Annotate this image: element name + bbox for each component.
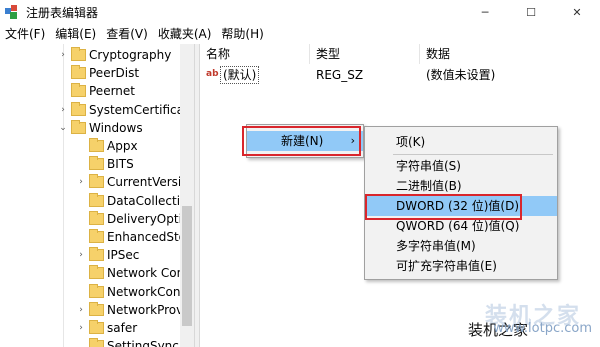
folder-icon [89,283,104,298]
tree-item[interactable]: SettingSync [76,337,179,347]
menu-favorites[interactable]: 收藏夹(A) [153,24,217,44]
chevron-right-icon[interactable]: › [76,305,86,315]
folder-icon [89,192,104,207]
submenu-item[interactable]: 二进制值(B) [365,176,557,196]
tree-item-label: SettingSync [107,339,179,347]
tree-item-label: NetworkProv [107,302,184,317]
submenu-item[interactable]: 项(K) [365,132,557,152]
value-type: REG_SZ [316,68,364,82]
folder-icon [89,174,104,189]
registry-tree: › Cryptography PeerDist Peernet › SystemCerti… [0,44,194,347]
regedit-icon [5,5,19,19]
tree-item[interactable]: DeliveryOptin [76,210,190,228]
tree-scrollbar-thumb[interactable] [182,206,192,326]
menu-help[interactable]: 帮助(H) [216,24,268,44]
chevron-right-icon[interactable]: › [58,105,68,115]
annotation-box-new [242,126,361,156]
tree-item[interactable]: DataCollectio [76,192,187,210]
tree-item-label: DeliveryOptin [107,211,190,226]
tree-item[interactable]: › IPSec [76,246,139,264]
tree-item-label: Appx [107,139,138,153]
chevron-down-icon[interactable]: ⌄ [58,123,68,133]
tree-item-label: BITS [107,157,134,172]
string-value-icon: ab [206,69,219,79]
folder-icon [89,320,104,334]
menu-edit[interactable]: 编辑(E) [50,24,101,44]
tree-item[interactable]: Appx [76,137,138,155]
tree-item-label: NetworkConn [107,284,189,299]
folder-icon [89,156,104,171]
tree-item-label: PeerDist [89,66,140,81]
tree-item[interactable]: Network Con [76,264,184,282]
tree-item[interactable]: › safer [76,319,137,337]
tree-item[interactable]: › SystemCertificate [58,101,194,119]
tree-item-label: Network Con [107,266,185,281]
tree-item-label: safer [107,321,138,335]
value-data: (数值未设置) [426,68,496,82]
folder-icon [71,83,86,98]
menu-bar: 文件(F) 编辑(E) 查看(V) 收藏夹(A) 帮助(H) [0,24,600,44]
menu-separator [393,154,553,155]
value-name: (默认) [220,66,260,84]
folder-icon [89,338,104,347]
column-header-name[interactable]: 名称 [200,44,310,64]
annotation-box-dword [365,194,522,220]
folder-icon [71,47,86,61]
tree-item[interactable]: NetworkConn [76,283,188,301]
submenu-item[interactable]: 可扩充字符串值(E) [365,256,557,276]
chevron-right-icon[interactable]: › [76,177,86,187]
tree-item-label: Peernet [89,84,135,99]
tree-item[interactable]: › Cryptography [58,46,171,64]
tree-item[interactable]: Peernet [58,82,135,100]
tree-item[interactable]: PeerDist [58,64,139,82]
minimize-button[interactable]: ─ [462,0,508,24]
close-button[interactable]: ✕ [554,0,600,24]
maximize-button[interactable]: ☐ [508,0,554,24]
folder-icon [89,265,104,280]
column-header-type[interactable]: 类型 [310,44,420,64]
tree-item[interactable]: › CurrentVersic [76,173,188,191]
folder-icon [71,119,86,134]
tree-item[interactable]: ⌄ Windows [58,119,143,137]
list-row[interactable]: ab (默认) REG_SZ (数值未设置) [200,66,600,84]
chevron-right-icon[interactable]: › [76,250,86,260]
tree-scrollbar[interactable] [180,44,194,347]
folder-icon [71,101,86,116]
tree-item-label: DataCollectio [107,193,188,208]
folder-icon [89,229,104,243]
folder-icon [89,247,104,262]
tree-item-label: Cryptography [89,48,172,62]
watermark-url: www.lotpc.com [493,321,592,336]
chevron-right-icon[interactable]: › [58,50,68,60]
folder-icon [71,65,86,80]
tree-item-label: IPSec [107,248,140,263]
folder-icon [89,138,104,152]
submenu-item[interactable]: 字符串值(S) [365,156,557,176]
tree-item-label: EnhancedStor [107,230,191,244]
chevron-right-icon[interactable]: › [76,323,86,333]
folder-icon [89,301,104,316]
title-bar: 注册表编辑器 ─ ☐ ✕ [0,0,600,24]
tree-item[interactable]: BITS [76,155,134,173]
column-header-data[interactable]: 数据 [420,44,600,64]
tree-item-label: SystemCertificate [89,102,194,117]
menu-view[interactable]: 查看(V) [101,24,153,44]
tree-item-label: Windows [89,120,143,135]
tree-item-label: CurrentVersic [107,175,188,190]
tree-item[interactable]: EnhancedStor [76,228,191,246]
tree-item[interactable]: › NetworkProv [76,301,183,319]
menu-file[interactable]: 文件(F) [0,24,50,44]
submenu-item[interactable]: 多字符串值(M) [365,236,557,256]
window-title: 注册表编辑器 [26,5,99,20]
folder-icon [89,210,104,225]
